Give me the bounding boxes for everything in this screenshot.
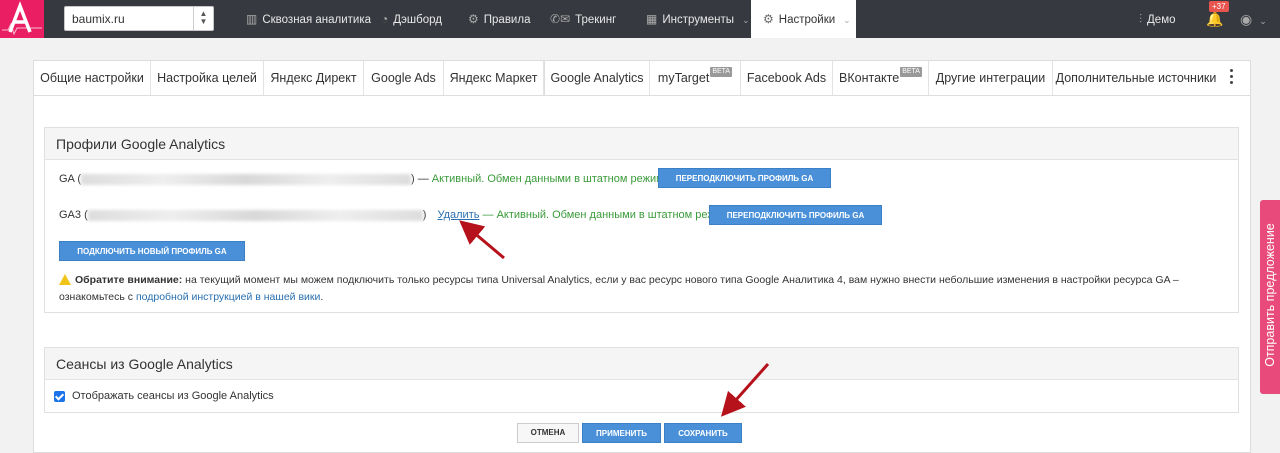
nav-analytics-label: Сквозная аналитика <box>262 14 372 26</box>
reconnect-ga-button[interactable]: ПЕРЕПОДКЛЮЧИТЬ ПРОФИЛЬ GA <box>658 168 831 188</box>
tab-facebook-ads[interactable]: Facebook Ads <box>741 61 833 95</box>
tab-label: Настройка целей <box>157 71 257 85</box>
profile-status: Активный. Обмен данными в штатном режиме <box>431 173 670 185</box>
grid-icon: ▦ <box>646 12 658 26</box>
nav-dashboard-label: Дэшборд <box>393 14 442 26</box>
tab-vkontakte[interactable]: ВКонтакте BETA <box>833 61 929 95</box>
tab-label: Яндекс Директ <box>270 71 357 85</box>
nav-dashboard[interactable]: ◔ Дэшборд <box>381 0 442 38</box>
tab-yandex-direct[interactable]: Яндекс Директ <box>264 61 364 95</box>
ga-profiles-title: Профили Google Analytics <box>45 128 1238 160</box>
tab-goals[interactable]: Настройка целей <box>151 61 264 95</box>
tab-google-analytics[interactable]: Google Analytics <box>544 61 650 96</box>
feedback-label: Отправить предложение <box>1263 223 1277 367</box>
reconnect-ga3-button[interactable]: ПЕРЕПОДКЛЮЧИТЬ ПРОФИЛЬ GA <box>709 205 882 225</box>
bar-chart-icon: ▥ <box>246 12 258 26</box>
tab-label: Google Analytics <box>550 71 644 85</box>
nav-tracking[interactable]: ✆✉ Трекинг <box>550 0 616 38</box>
signal-icon: ⫶ <box>1139 12 1143 26</box>
tab-label: Общие настройки <box>40 71 144 85</box>
profile-id-redacted <box>87 209 423 221</box>
profile-prefix: GA3 ( <box>59 209 88 221</box>
connect-new-ga-button[interactable]: ПОДКЛЮЧИТЬ НОВЫЙ ПРОФИЛЬ GA <box>59 241 245 261</box>
user-name: Демо <box>1147 14 1176 26</box>
tab-label: Дополнительные источники <box>1055 71 1217 85</box>
apply-button[interactable]: ПРИМЕНИТЬ <box>582 423 661 443</box>
ga-sessions-box: Сеансы из Google Analytics <box>44 347 1239 413</box>
gear-icon: ⚙ <box>763 12 774 26</box>
tab-mytarget[interactable]: myTarget BETA <box>650 61 741 95</box>
tabs-divider <box>34 95 1250 96</box>
tab-label: Яндекс Маркет <box>449 71 538 85</box>
nav-rules[interactable]: ⚙ Правила <box>468 0 530 38</box>
more-tabs-icon[interactable] <box>1229 69 1235 87</box>
top-navbar: baumix.ru ▲ ▼ ▥ Сквозная аналитика ◔ Дэшбор… <box>0 0 1280 38</box>
tab-label: myTarget <box>657 71 710 85</box>
beta-badge: BETA <box>710 67 733 77</box>
show-sessions-label: Отображать сеансы из Google Analytics <box>72 390 274 402</box>
wiki-link[interactable]: подробной инструкцией в нашей вики <box>136 291 320 303</box>
ga-profile-row: GA ( ) — Активный. Обмен данными в штатно… <box>59 173 670 185</box>
tab-label: Facebook Ads <box>746 71 827 85</box>
save-button[interactable]: СОХРАНИТЬ <box>664 423 742 443</box>
select-arrows-icon: ▲ ▼ <box>193 7 213 30</box>
profile-status: — Активный. Обмен данными в штатном режи… <box>479 209 735 221</box>
tab-other-integrations[interactable]: Другие интеграции <box>929 61 1053 95</box>
site-select[interactable]: baumix.ru ▲ ▼ <box>64 6 214 31</box>
tab-label: ВКонтакте <box>839 71 900 85</box>
nav-tracking-label: Трекинг <box>575 14 617 26</box>
tab-google-ads[interactable]: Google Ads <box>364 61 444 95</box>
site-select-value: baumix.ru <box>72 12 125 26</box>
app-logo[interactable] <box>0 0 44 38</box>
nav-settings-label: Настройки <box>778 14 836 26</box>
tab-label: Другие интеграции <box>935 71 1046 85</box>
feedback-tab[interactable]: Отправить предложение <box>1260 200 1280 394</box>
profile-id-redacted <box>81 173 412 185</box>
warning-icon <box>59 274 71 285</box>
cancel-button[interactable]: ОТМЕНА <box>517 423 579 443</box>
profile-prefix: GA ( <box>59 173 82 185</box>
ga-sessions-title: Сеансы из Google Analytics <box>45 348 1238 380</box>
tab-general[interactable]: Общие настройки <box>34 61 151 95</box>
nav-analytics[interactable]: ▥ Сквозная аналитика <box>246 0 371 38</box>
show-sessions-checkbox[interactable] <box>54 391 65 402</box>
user-menu[interactable]: ◉ ⌄ <box>1240 0 1267 38</box>
nav-rules-label: Правила <box>483 14 531 26</box>
chevron-down-icon: ⌄ <box>843 15 851 25</box>
tab-additional-sources[interactable]: Дополнительные источники <box>1053 61 1219 95</box>
warning-note: Обратите внимание: на текущий момент мы … <box>59 272 1224 306</box>
beta-badge: BETA <box>900 67 922 77</box>
user-demo[interactable]: ⫶ Демо <box>1139 0 1176 38</box>
delete-link[interactable]: Удалить <box>437 209 479 221</box>
user-circle-icon: ◉ <box>1240 11 1253 27</box>
notification-badge: +37 <box>1209 1 1229 12</box>
profile-suffix: ) <box>422 209 427 221</box>
note-end: . <box>320 291 324 303</box>
gauge-icon: ◔ <box>381 12 389 26</box>
profile-suffix: ) — <box>411 173 432 185</box>
nav-settings[interactable]: ⚙ Настройки ⌄ <box>751 0 856 38</box>
chevron-down-icon: ⌄ <box>1259 16 1267 26</box>
note-title: Обратите внимание: <box>75 274 183 286</box>
tab-yandex-market[interactable]: Яндекс Маркет <box>444 61 544 95</box>
chevron-down-icon: ⌄ <box>742 15 750 25</box>
phone-mail-icon: ✆✉ <box>550 12 571 26</box>
gears-icon: ⚙ <box>468 12 479 26</box>
ga3-profile-row: GA3 () Удалить — Активный. Обмен данными… <box>59 209 735 221</box>
tab-label: Google Ads <box>371 71 436 85</box>
nav-tools[interactable]: ▦ Инструменты ⌄ <box>646 0 750 38</box>
nav-tools-label: Инструменты <box>662 14 735 26</box>
